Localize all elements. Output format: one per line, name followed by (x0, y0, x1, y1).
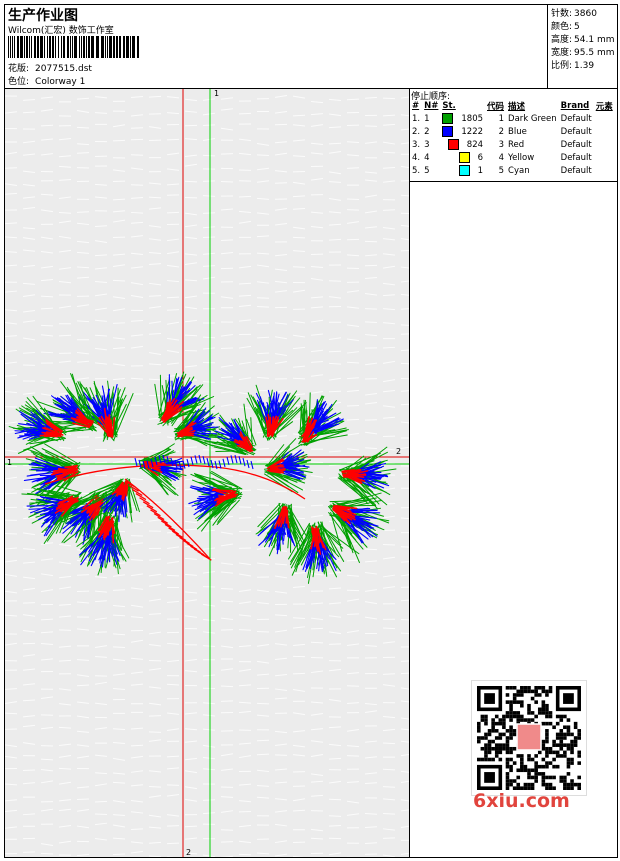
stat-stitches: 针数: 3860 (551, 6, 597, 19)
col-index-header: # (412, 101, 420, 111)
row-code: 5 (498, 165, 505, 176)
colorway-row: 色位: Colorway 1 (8, 74, 85, 87)
row-index: 2. (412, 126, 421, 137)
row-stitches: 1805 (440, 112, 485, 125)
row-stitches: 1 (440, 164, 485, 177)
embroidery-canvas: 1 1 2 2 (5, 89, 409, 857)
row-code: 3 (498, 139, 505, 150)
color-swatch (447, 139, 459, 150)
stat-value: 95.5 mm (574, 48, 615, 58)
design-file-row: 花版: 2077515.dst (8, 61, 92, 74)
watermark-site: 6xiu.com (473, 790, 570, 812)
row-code: 1 (498, 113, 505, 124)
color-sequence-table: # N# St. 代码 描述 Brand 元素 1. 1 1805 1 Dark Gre… (410, 100, 615, 177)
stitch-count: 1 (477, 166, 484, 176)
colorway-value: Colorway 1 (35, 77, 86, 87)
col-stitches-header: St. (442, 101, 456, 111)
row-brand: Default (560, 139, 592, 150)
table-divider (409, 181, 618, 182)
stat-label: 针数: (551, 9, 573, 19)
col-code-header: 代码 (487, 102, 505, 112)
row-stitches: 6 (440, 151, 485, 164)
stats-divider (547, 4, 548, 88)
row-code: 2 (498, 126, 505, 137)
row-description: Blue (508, 126, 527, 137)
green-axis-left-label: 1 (7, 458, 13, 467)
row-number: 1 (424, 113, 430, 124)
stat-value: 5 (574, 22, 580, 32)
design-file-value: 2077515.dst (35, 64, 92, 74)
row-number: 4 (424, 152, 430, 163)
col-element-header: 元素 (595, 102, 613, 112)
stat-label: 宽度: (551, 48, 573, 58)
row-description: Cyan (508, 165, 530, 176)
row-element (594, 151, 615, 164)
row-code: 4 (498, 152, 505, 163)
table-row: 3. 3 824 3 Red Default (410, 138, 615, 151)
col-description-header: 描述 (508, 102, 526, 112)
stat-label: 比例: (551, 61, 573, 71)
row-description: Yellow (508, 152, 535, 163)
stat-colors: 颜色: 5 (551, 19, 580, 32)
stat-label: 高度: (551, 35, 573, 45)
row-element (594, 164, 615, 177)
stat-value: 3860 (574, 9, 597, 19)
col-brand-header: Brand (560, 101, 590, 111)
color-swatch (442, 113, 454, 124)
row-stitches: 1222 (440, 125, 485, 138)
row-number: 5 (424, 165, 430, 176)
barcode-image (8, 36, 139, 58)
color-swatch (442, 126, 454, 137)
stitch-count: 1805 (461, 114, 484, 124)
stitch-count: 1222 (461, 127, 484, 137)
color-swatch (458, 165, 470, 176)
row-index: 5. (412, 165, 421, 176)
row-index: 4. (412, 152, 421, 163)
row-description: Red (508, 139, 525, 150)
stitch-count: 824 (466, 140, 484, 150)
row-stitches: 824 (440, 138, 485, 151)
row-index: 3. (412, 139, 421, 150)
stat-label: 颜色: (551, 22, 573, 32)
design-file-label: 花版: (8, 64, 30, 74)
row-element (594, 112, 615, 125)
row-brand: Default (560, 126, 592, 137)
stat-value: 54.1 mm (574, 35, 615, 45)
row-element (594, 125, 615, 138)
table-row: 5. 5 1 5 Cyan Default (410, 164, 615, 177)
row-index: 1. (412, 113, 421, 124)
table-row: 1. 1 1805 1 Dark Green Default (410, 112, 615, 125)
stat-height: 高度: 54.1 mm (551, 32, 614, 45)
embroidery-design (5, 89, 409, 857)
color-swatch (458, 152, 470, 163)
panel-divider (409, 88, 410, 858)
green-axis-top-label: 1 (214, 89, 220, 98)
row-brand: Default (560, 113, 592, 124)
stat-scale: 比例: 1.39 (551, 58, 594, 71)
row-brand: Default (560, 152, 592, 163)
row-number: 3 (424, 139, 430, 150)
table-row: 4. 4 6 4 Yellow Default (410, 151, 615, 164)
table-row: 2. 2 1222 2 Blue Default (410, 125, 615, 138)
row-description: Dark Green (508, 113, 557, 124)
stitch-pattern (8, 371, 397, 584)
company-name: Wilcom(汇宏) 数饰工作室 (8, 26, 114, 36)
stat-width: 宽度: 95.5 mm (551, 45, 614, 58)
col-number-header: N# (424, 101, 439, 111)
row-brand: Default (560, 165, 592, 176)
stat-value: 1.39 (574, 61, 595, 71)
row-number: 2 (424, 126, 430, 137)
stitch-count: 6 (477, 153, 484, 163)
table-header-row: # N# St. 代码 描述 Brand 元素 (410, 100, 615, 112)
qr-code-image (471, 680, 587, 796)
page-title: 生产作业图 (8, 8, 78, 24)
red-axis-right-label: 2 (396, 447, 402, 456)
row-element (594, 138, 615, 151)
red-axis-bottom-label: 2 (186, 848, 192, 857)
colorway-label: 色位: (8, 77, 30, 87)
